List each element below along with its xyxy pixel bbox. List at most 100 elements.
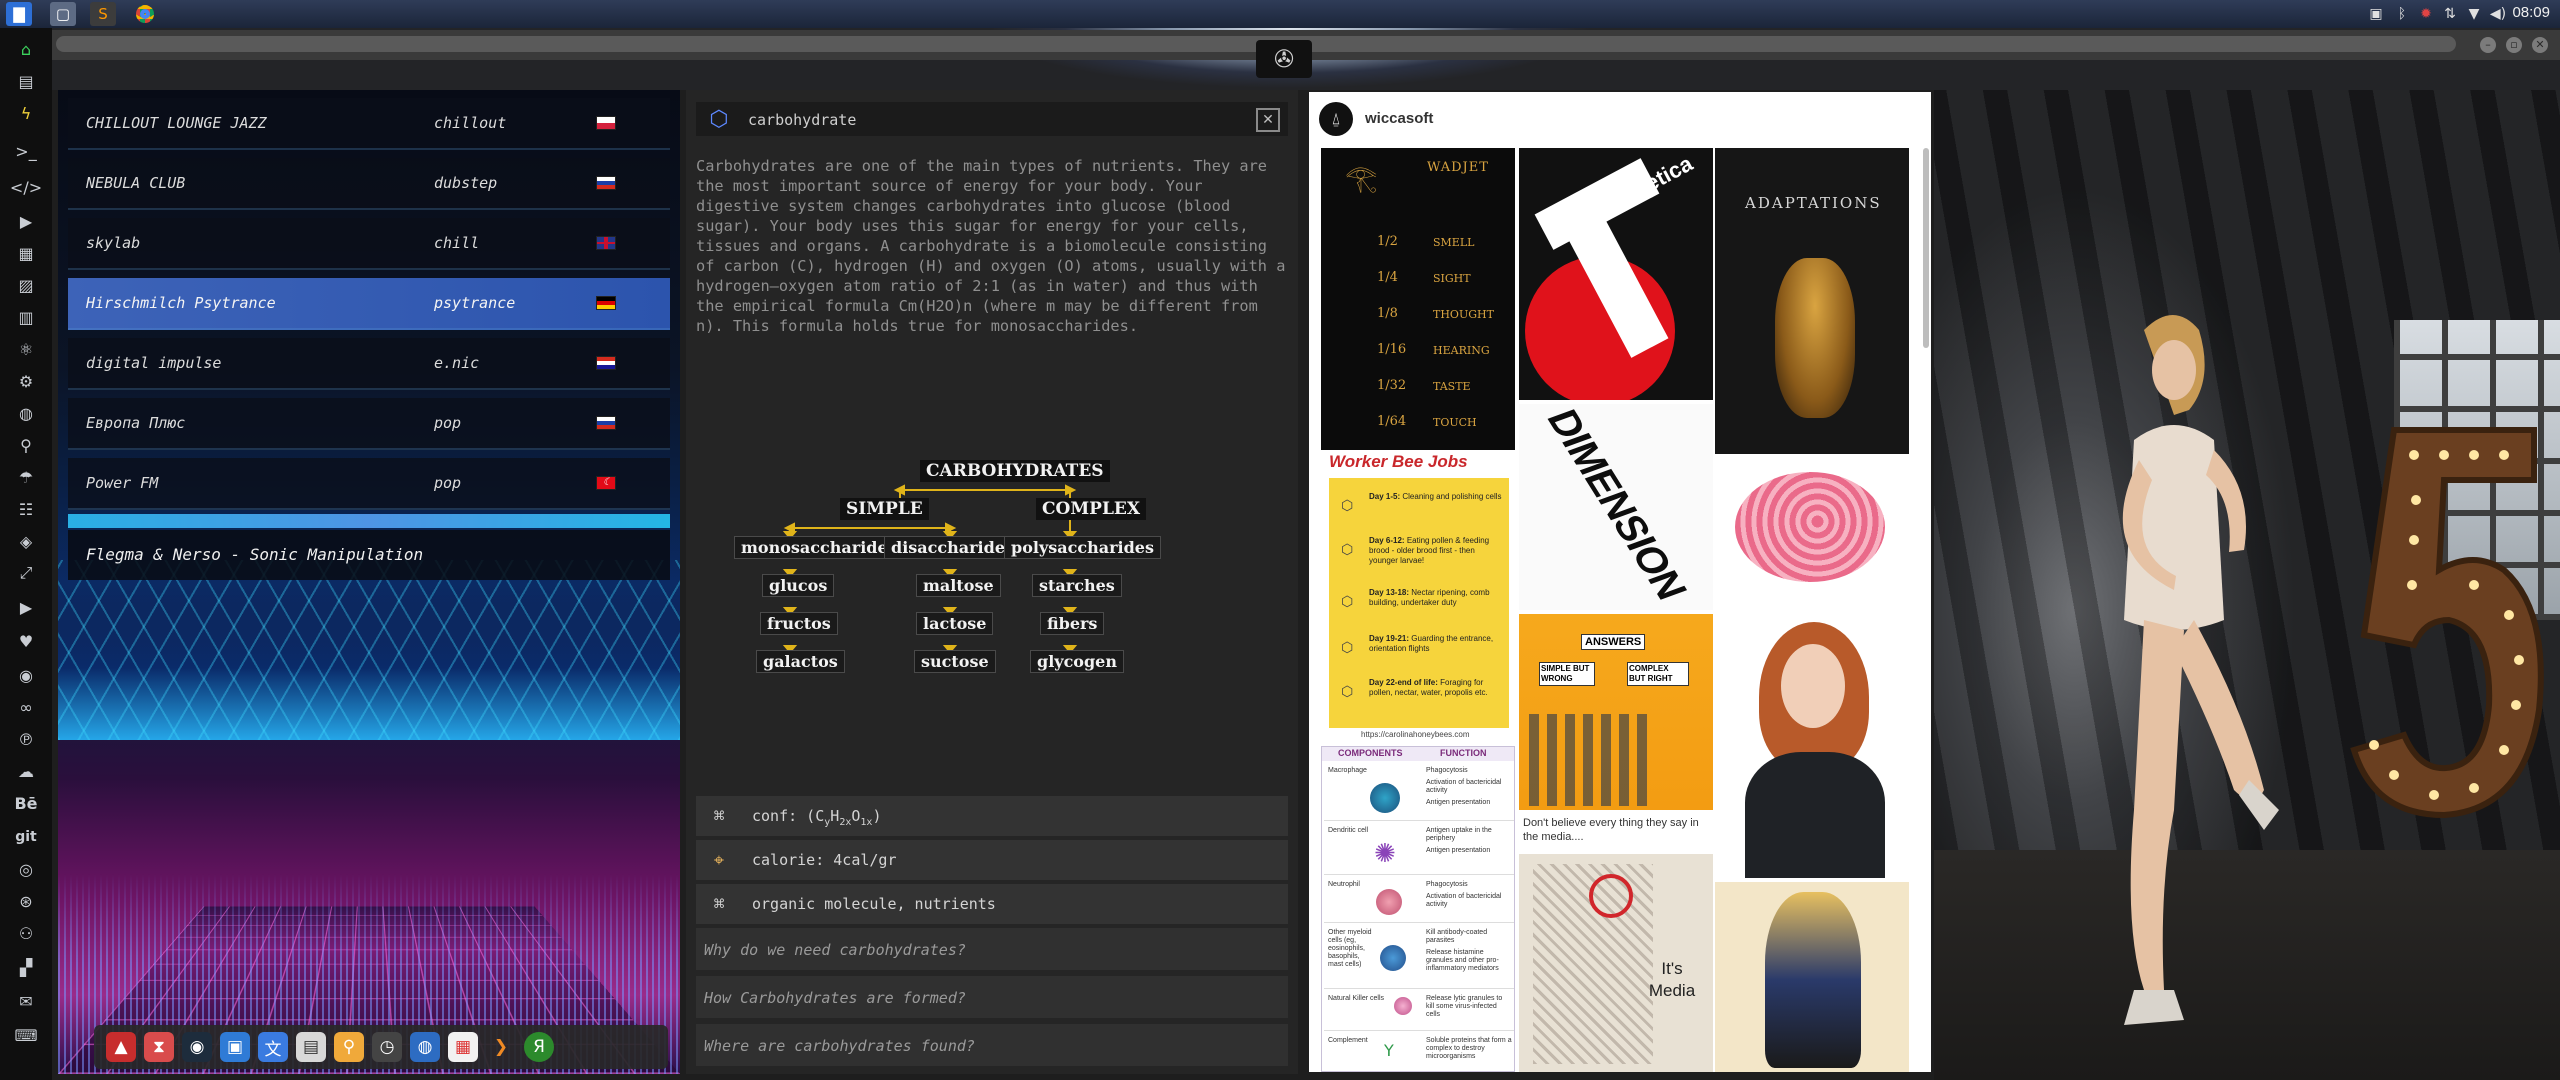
pin-comic[interactable] (1715, 882, 1909, 1072)
creative-cloud-icon[interactable]: ⊛ (13, 888, 39, 914)
pin-its-media[interactable]: It's Media (1519, 854, 1713, 1072)
bee-cell-icon: ⬡ (1341, 542, 1354, 558)
github-icon[interactable]: ◎ (13, 856, 39, 882)
tag-icon[interactable]: ◈ (13, 528, 39, 554)
answers-simple-sign: SIMPLE BUT WRONG (1539, 662, 1595, 686)
calendar-icon[interactable]: ▦ (448, 1032, 478, 1062)
chrome-launcher[interactable] (132, 2, 158, 26)
diagram-labels: CARBOHYDRATES SIMPLE COMPLEX monosacchar… (734, 458, 1240, 788)
wifi-icon[interactable]: ▼ (2464, 4, 2484, 24)
youtube-icon[interactable]: ▶ (13, 594, 39, 620)
heart-icon[interactable]: ♥ (13, 628, 39, 654)
fact-category: ⌘ organic molecule, nutrients (696, 884, 1288, 924)
pin-immune-table[interactable]: COMPONENTS FUNCTION Macrophage Phagocyto… (1321, 746, 1515, 1072)
behance-icon[interactable]: Bē (13, 790, 39, 816)
minimize-button[interactable]: – (2480, 37, 2496, 53)
globe-icon[interactable]: ◍ (13, 400, 39, 426)
yandex-icon[interactable]: Я (524, 1032, 554, 1062)
video-icon[interactable]: ▦ (13, 240, 39, 266)
pin-answers[interactable]: ANSWERS SIMPLE BUT WRONG COMPLEX BUT RIG… (1519, 614, 1713, 850)
keyboard-icon[interactable]: ⌨ (13, 1022, 39, 1048)
lightning-icon[interactable]: ϟ (13, 100, 39, 126)
globe-app-icon[interactable]: ◍ (410, 1032, 440, 1062)
pinterest-icon[interactable]: ℗ (13, 726, 39, 752)
search-icon[interactable]: ⚲ (13, 432, 39, 458)
station-name: NEBULA CLUB (86, 174, 186, 192)
board-username[interactable]: wiccasoft (1365, 110, 1433, 127)
gear-icon[interactable]: ⚙ (13, 368, 39, 394)
rebel-alliance-icon[interactable]: ✇ (1256, 40, 1312, 78)
station-row-active[interactable]: Hirschmilch Psytrance psytrance (68, 278, 670, 330)
question-item[interactable]: Where are carbohydrates found? (696, 1024, 1288, 1066)
workspace-launcher[interactable]: ▢ (50, 2, 76, 26)
magnifier-app-icon[interactable]: ⚲ (334, 1032, 364, 1062)
settings-tray-icon[interactable]: ✹ (2416, 4, 2436, 24)
book-icon[interactable]: ▥ (13, 304, 39, 330)
image-icon[interactable]: ▨ (13, 272, 39, 298)
contacts-icon[interactable]: ☷ (13, 496, 39, 522)
image-tray-icon[interactable]: ▣ (2366, 4, 2386, 24)
git-icon[interactable]: git (13, 824, 39, 850)
umbrella-icon[interactable]: ☂ (13, 464, 39, 490)
clock-app-icon[interactable]: ◷ (372, 1032, 402, 1062)
station-row[interactable]: Европа Плюс pop (68, 398, 670, 450)
immune-header: COMPONENTS FUNCTION (1322, 747, 1514, 761)
question-item[interactable]: Why do we need carbohydrates? (696, 928, 1288, 970)
wadjet-fraction: 1/32 (1377, 378, 1407, 393)
expand-icon[interactable]: ⤢ (13, 560, 39, 586)
home-icon[interactable]: ⌂ (13, 36, 39, 62)
station-genre: pop (434, 474, 462, 492)
cloud-icon[interactable]: ☁ (13, 758, 39, 784)
cyan-divider (68, 514, 670, 528)
mail-icon[interactable]: ✉ (13, 988, 39, 1014)
immune-component: Natural Killer cells (1328, 995, 1385, 1002)
maximize-button[interactable]: ▫ (2506, 37, 2522, 53)
station-row[interactable]: Power FM pop ☾ (68, 458, 670, 510)
fact-formula: ⌘ conf: (CyH2xO1x) (696, 796, 1288, 836)
pin-organelle[interactable] (1715, 458, 1909, 598)
question-item[interactable]: How Carbohydrates are formed? (696, 976, 1288, 1018)
pin-bee-adaptations[interactable]: ADAPTATIONS (1715, 148, 1909, 454)
bee-day: Day 19-21: (1369, 634, 1410, 643)
preview-icon[interactable]: ▣ (220, 1032, 250, 1062)
link-icon[interactable]: ∞ (13, 694, 39, 720)
pin-wadjet[interactable]: 𓂀 WADJET 1/2 SMELL 1/4 SIGHT 1/8 THOUGHT… (1321, 148, 1515, 450)
volume-icon[interactable]: ◀) (2488, 4, 2508, 24)
vivaldi-icon[interactable]: ▲ (106, 1032, 136, 1062)
code-icon[interactable]: </> (10, 174, 42, 200)
reddit-icon[interactable]: ◉ (13, 662, 39, 688)
file-manager-launcher[interactable]: ▇ (6, 2, 32, 26)
atom-icon[interactable]: ⚛ (13, 336, 39, 362)
pin-portrait[interactable] (1715, 602, 1909, 878)
close-window-button[interactable]: ✕ (2532, 37, 2548, 53)
board-scrollbar[interactable] (1923, 148, 1929, 348)
document-icon[interactable]: ▤ (13, 68, 39, 94)
map-icon[interactable]: ▞ (13, 954, 39, 980)
diagram-node: glucos (762, 574, 835, 597)
pin-worker-bee[interactable]: Worker Bee Jobs Day 1-5: Cleaning and po… (1321, 450, 1515, 744)
terminal-icon[interactable]: >_ (13, 138, 39, 164)
immune-function: Kill antibody-coated parasites (1426, 929, 1488, 944)
play-icon[interactable]: ▶ (13, 208, 39, 234)
user-avatar[interactable]: ⍙ (1319, 102, 1353, 136)
station-row[interactable]: digital impulse e.nic (68, 338, 670, 390)
pin-dimension[interactable]: DIMENSION (1519, 404, 1713, 610)
hourglass-icon[interactable]: ⧗ (144, 1032, 174, 1062)
news-icon[interactable]: ▤ (296, 1032, 326, 1062)
people-icon[interactable]: ⚇ (13, 920, 39, 946)
station-row[interactable]: CHILLOUT LOUNGE JAZZ chillout (68, 98, 670, 150)
station-row[interactable]: NEBULA CLUB dubstep (68, 158, 670, 210)
pin-helvetica[interactable]: elvetica (1519, 148, 1713, 400)
translate-icon[interactable]: 文 (258, 1032, 288, 1062)
disk-icon[interactable]: ◉ (182, 1032, 212, 1062)
station-row[interactable]: skylab chill (68, 218, 670, 270)
bluetooth-icon[interactable]: ᛒ (2392, 4, 2412, 24)
arrow-app-icon[interactable]: ❯ (486, 1032, 516, 1062)
eye-of-horus-icon: 𓂀 (1345, 164, 1378, 194)
network-icon[interactable]: ⇅ (2440, 4, 2460, 24)
immune-function: Activation of bactericidal activity (1426, 893, 1502, 908)
clock[interactable]: 08:09 (2512, 4, 2550, 21)
sublime-launcher[interactable]: S (90, 2, 116, 26)
close-topic-button[interactable]: ✕ (1256, 108, 1280, 132)
answers-caption: Don't believe every thing they say in th… (1523, 817, 1699, 843)
